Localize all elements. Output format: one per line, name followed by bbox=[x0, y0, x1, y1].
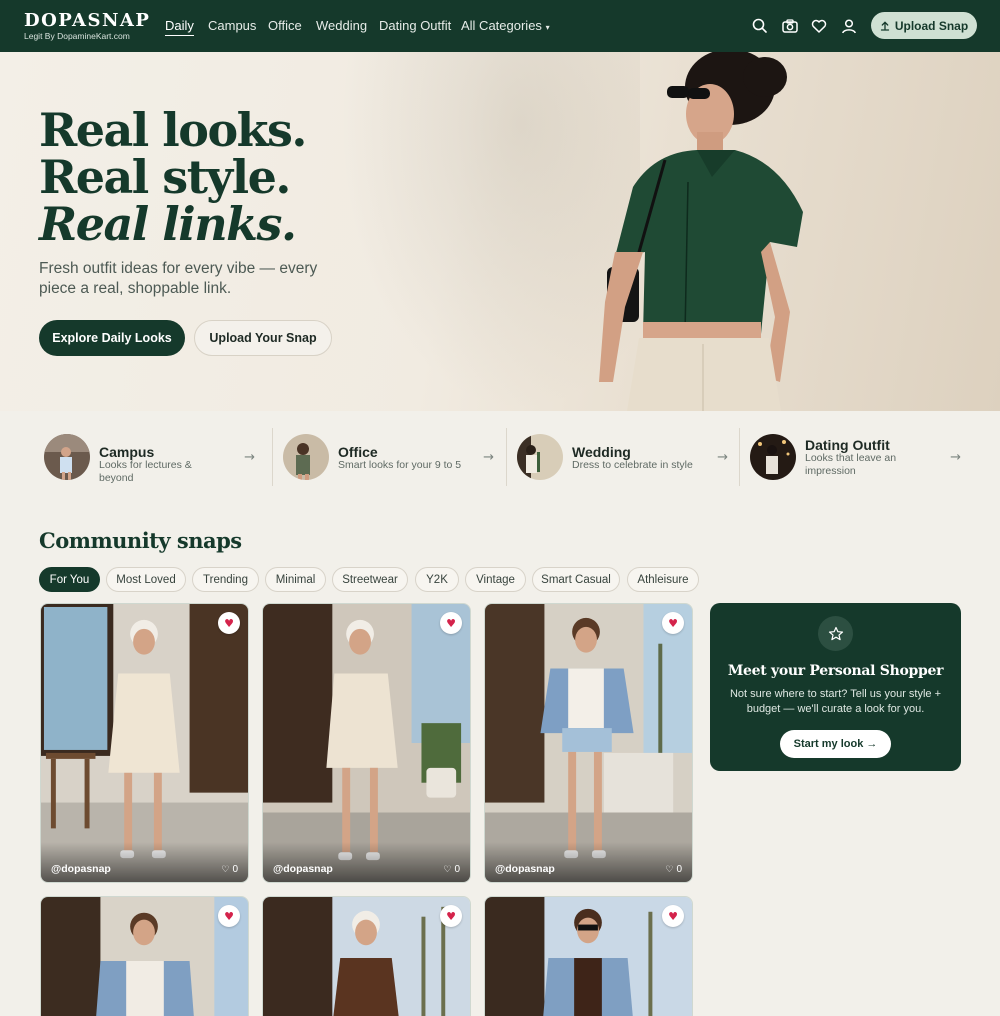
snap-username[interactable]: @dopasnap bbox=[495, 863, 555, 875]
snap-username[interactable]: @dopasnap bbox=[273, 863, 333, 875]
category-avatar-dating-outfit bbox=[750, 434, 796, 480]
snap-card[interactable]: ♥ bbox=[40, 896, 249, 1016]
snap-overlay bbox=[263, 842, 470, 882]
like-button[interactable]: ♥ bbox=[218, 612, 240, 634]
like-button[interactable]: ♥ bbox=[218, 905, 240, 927]
hero-headline: Real looks. Real style. Real links. bbox=[39, 103, 307, 251]
filter-chip-most-loved[interactable]: Most Loved bbox=[106, 567, 186, 592]
snap-photo bbox=[263, 897, 470, 1016]
upload-snap-button[interactable]: Upload Snap bbox=[871, 12, 977, 39]
category-card-campus[interactable]: Campus Looks for lectures & beyond → bbox=[39, 428, 269, 486]
snap-photo bbox=[263, 604, 470, 882]
camera-icon[interactable] bbox=[781, 17, 799, 35]
upload-your-snap-button[interactable]: Upload Your Snap bbox=[194, 320, 332, 356]
explore-daily-looks-button[interactable]: Explore Daily Looks bbox=[39, 320, 185, 356]
nav-link-all-categories[interactable]: All Categories ▾ bbox=[461, 18, 550, 33]
snap-username[interactable]: @dopasnap bbox=[51, 863, 111, 875]
personal-shopper-title: Meet your Personal Shopper bbox=[727, 663, 944, 679]
nav-link-office[interactable]: Office bbox=[268, 18, 302, 33]
like-button[interactable]: ♥ bbox=[440, 612, 462, 634]
category-desc: Dress to celebrate in style bbox=[572, 459, 693, 471]
category-row: Campus Looks for lectures & beyond → Off… bbox=[39, 428, 961, 486]
hero-subtitle: Fresh outfit ideas for every vibe — ever… bbox=[39, 260, 318, 297]
upload-icon bbox=[880, 20, 889, 31]
snap-photo bbox=[41, 897, 248, 1016]
filter-chip-for-you[interactable]: For You bbox=[39, 567, 100, 592]
hero-headline-line-1: Real looks. bbox=[39, 103, 307, 157]
hero-banner: Real looks. Real style. Real links. Fres… bbox=[0, 52, 1000, 411]
category-avatar-wedding bbox=[517, 434, 563, 480]
snap-card[interactable]: ♥ bbox=[484, 896, 693, 1016]
filter-chip-minimal[interactable]: Minimal bbox=[265, 567, 326, 592]
heart-icon[interactable] bbox=[810, 17, 828, 35]
snap-card[interactable]: ♥ @dopasnap ♡ 0 bbox=[484, 603, 693, 883]
filter-chip-y2k[interactable]: Y2K bbox=[415, 567, 459, 592]
category-title: Wedding bbox=[572, 444, 631, 460]
nav-link-daily[interactable]: Daily bbox=[165, 18, 194, 36]
upload-snap-label: Upload Snap bbox=[894, 18, 969, 33]
category-card-dating-outfit[interactable]: Dating Outfit Looks that leave an impres… bbox=[739, 428, 975, 486]
category-title: Office bbox=[338, 444, 378, 460]
arrow-right-icon: → bbox=[950, 450, 961, 465]
start-my-look-button[interactable]: Start my look → bbox=[780, 730, 891, 758]
category-avatar-campus bbox=[44, 434, 90, 480]
star-icon bbox=[818, 616, 853, 651]
snap-like-count: ♡ 0 bbox=[443, 864, 460, 875]
snap-card[interactable]: ♥ bbox=[262, 896, 471, 1016]
hero-headline-line-3: Real links. bbox=[39, 197, 297, 251]
hero-headline-line-2: Real style. bbox=[39, 150, 291, 204]
nav-link-campus[interactable]: Campus bbox=[208, 18, 256, 33]
filter-chip-vintage[interactable]: Vintage bbox=[465, 567, 526, 592]
arrow-right-icon: → bbox=[244, 450, 255, 465]
like-count-value: 0 bbox=[454, 864, 460, 875]
category-desc: Smart looks for your 9 to 5 bbox=[338, 459, 462, 471]
arrow-right-icon: → bbox=[717, 450, 728, 465]
category-avatar-office bbox=[283, 434, 329, 480]
category-desc: Looks for lectures & beyond bbox=[99, 459, 192, 484]
snap-like-count: ♡ 0 bbox=[665, 864, 682, 875]
arrow-right-icon: → bbox=[483, 450, 494, 465]
personal-shopper-text: Not sure where to start? Tell us your st… bbox=[729, 688, 942, 715]
snap-photo bbox=[485, 604, 692, 882]
brand-tagline: Legit By DopamineKart.com bbox=[24, 31, 130, 41]
snap-card[interactable]: ♥ @dopasnap ♡ 0 bbox=[40, 603, 249, 883]
search-icon[interactable] bbox=[751, 17, 769, 35]
snap-photo bbox=[485, 897, 692, 1016]
like-button[interactable]: ♥ bbox=[440, 905, 462, 927]
heart-outline-icon: ♡ bbox=[665, 864, 674, 874]
brand-logo[interactable]: DOPASNAP Legit By DopamineKart.com bbox=[24, 10, 151, 42]
like-count-value: 0 bbox=[232, 864, 238, 875]
snap-photo bbox=[41, 604, 248, 882]
top-nav: DOPASNAP Legit By DopamineKart.com Daily… bbox=[0, 0, 1000, 52]
nav-link-dating-outfit[interactable]: Dating Outfit bbox=[379, 18, 451, 33]
category-divider bbox=[506, 428, 507, 486]
nav-link-wedding[interactable]: Wedding bbox=[316, 18, 367, 33]
snap-overlay bbox=[41, 842, 248, 882]
category-title: Campus bbox=[99, 444, 155, 460]
category-title: Dating Outfit bbox=[805, 437, 890, 453]
category-card-office[interactable]: Office Smart looks for your 9 to 5 → bbox=[272, 428, 508, 486]
heart-outline-icon: ♡ bbox=[221, 864, 230, 874]
snap-like-count: ♡ 0 bbox=[221, 864, 238, 875]
filter-chip-trending[interactable]: Trending bbox=[192, 567, 259, 592]
like-button[interactable]: ♥ bbox=[662, 612, 684, 634]
heart-outline-icon: ♡ bbox=[443, 864, 452, 874]
filter-chip-athleisure[interactable]: Athleisure bbox=[627, 567, 699, 592]
community-snaps-title: Community snaps bbox=[39, 528, 242, 553]
user-icon[interactable] bbox=[840, 17, 858, 35]
category-desc: Looks that leave an impression bbox=[805, 452, 897, 477]
snap-overlay bbox=[485, 842, 692, 882]
like-count-value: 0 bbox=[676, 864, 682, 875]
chevron-down-icon: ▾ bbox=[545, 23, 550, 32]
filter-chip-streetwear[interactable]: Streetwear bbox=[332, 567, 408, 592]
hero-model-image bbox=[599, 52, 803, 411]
snap-card[interactable]: ♥ @dopasnap ♡ 0 bbox=[262, 603, 471, 883]
brand-name: DOPASNAP bbox=[24, 10, 151, 31]
all-categories-label: All Categories bbox=[461, 18, 542, 33]
category-divider bbox=[272, 428, 273, 486]
category-divider bbox=[739, 428, 740, 486]
filter-chip-smart-casual[interactable]: Smart Casual bbox=[532, 567, 620, 592]
category-card-wedding[interactable]: Wedding Dress to celebrate in style → bbox=[506, 428, 742, 486]
like-button[interactable]: ♥ bbox=[662, 905, 684, 927]
